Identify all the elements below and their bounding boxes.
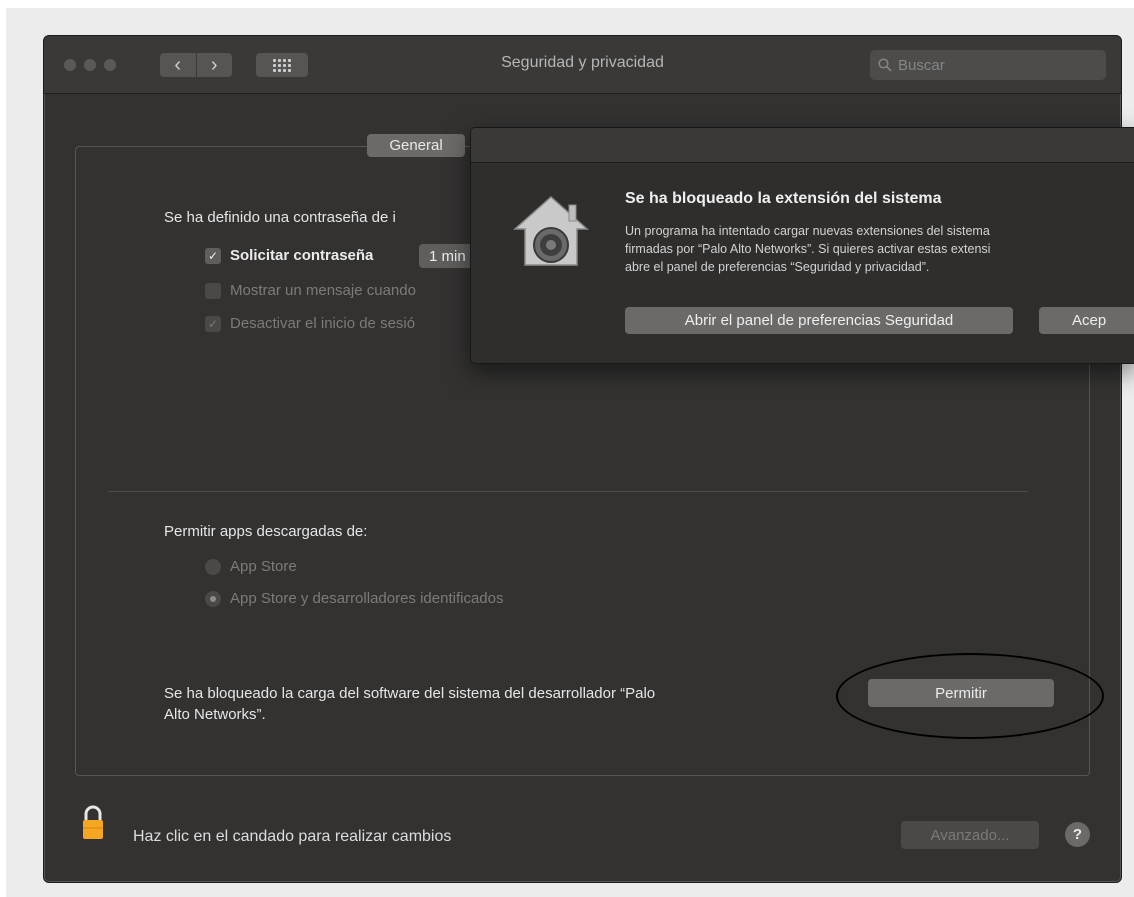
dialog-message: Un programa ha intentado cargar nuevas e… xyxy=(625,222,990,276)
open-security-preferences-button[interactable]: Abrir el panel de preferencias Seguridad xyxy=(625,307,1013,334)
security-house-icon xyxy=(513,195,589,266)
help-button[interactable]: ? xyxy=(1065,822,1090,847)
allow-apps-heading: Permitir apps descargadas de: xyxy=(164,523,368,540)
blocked-software-line-2: Alto Networks”. xyxy=(164,706,266,723)
show-message-checkbox[interactable] xyxy=(205,283,221,299)
lock-icon[interactable] xyxy=(82,804,104,840)
disable-login-checkbox[interactable]: ✓ xyxy=(205,316,221,332)
dialog-message-line-3: abre el panel de preferencias “Seguridad… xyxy=(625,260,930,274)
search-field[interactable]: Buscar xyxy=(870,50,1106,80)
dialog-message-line-1: Un programa ha intentado cargar nuevas e… xyxy=(625,224,990,238)
dialog-title: Se ha bloqueado la extensión del sistema xyxy=(625,190,942,207)
highlight-ellipse xyxy=(836,653,1104,739)
radio-app-store[interactable] xyxy=(205,559,221,575)
radio-identified-label: App Store y desarrolladores identificado… xyxy=(230,590,504,607)
radio-identified-developers[interactable] xyxy=(205,591,221,607)
require-password-checkbox[interactable]: ✓ xyxy=(205,248,221,264)
require-password-label: Solicitar contraseña xyxy=(230,247,374,264)
accept-button[interactable]: Acep xyxy=(1039,307,1134,334)
search-icon xyxy=(878,58,892,72)
tab-general[interactable]: General xyxy=(367,134,465,157)
system-extension-blocked-dialog: Se ha bloqueado la extensión del sistema… xyxy=(470,127,1134,364)
password-delay-value: 1 min xyxy=(429,247,466,265)
lock-instructions: Haz clic en el candado para realizar cam… xyxy=(133,828,452,845)
radio-app-store-label: App Store xyxy=(230,558,297,575)
search-placeholder: Buscar xyxy=(898,56,945,74)
dialog-message-line-2: firmadas por “Palo Alto Networks”. Si qu… xyxy=(625,242,991,256)
title-bar: ‹ › Seguridad y privacidad Buscar xyxy=(44,36,1121,94)
show-message-label: Mostrar un mensaje cuando xyxy=(230,282,416,299)
section-divider xyxy=(108,491,1028,492)
advanced-button[interactable]: Avanzado... xyxy=(901,821,1039,849)
blocked-software-line-1: Se ha bloqueado la carga del software de… xyxy=(164,685,656,702)
password-heading: Se ha definido una contraseña de i xyxy=(164,209,396,226)
disable-login-label: Desactivar el inicio de sesió xyxy=(230,315,416,332)
dialog-title-bar xyxy=(471,128,1134,163)
